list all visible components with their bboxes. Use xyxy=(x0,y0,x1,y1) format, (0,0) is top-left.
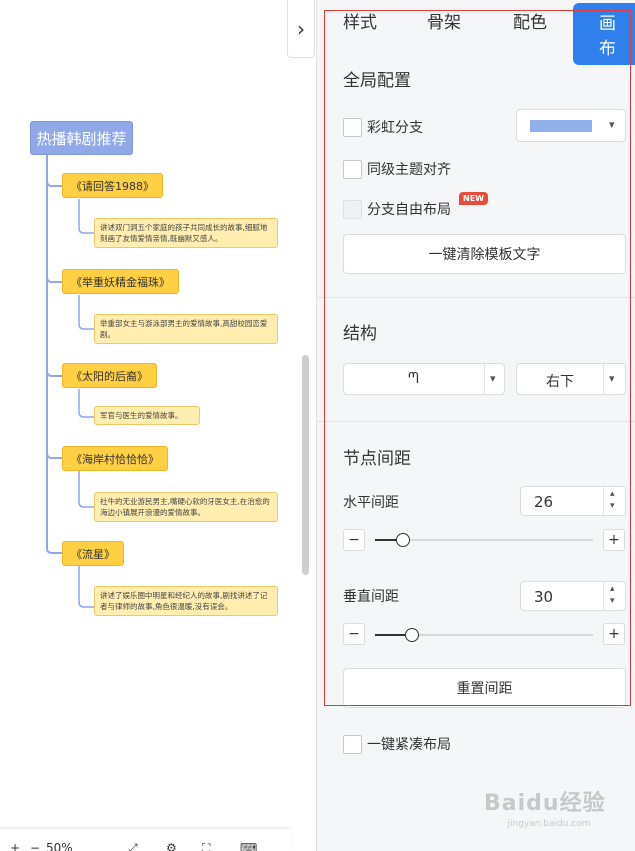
stepper-arrows[interactable]: ▴ ▾ xyxy=(603,487,625,515)
horizontal-spacing-stepper[interactable]: 26 ▴ ▾ xyxy=(520,486,626,516)
fullscreen-icon[interactable]: ⛶ xyxy=(202,841,210,851)
horizontal-decrease-button[interactable]: − xyxy=(343,529,365,551)
horizontal-spacing-label: 水平间距 xyxy=(343,492,399,512)
direction-value: 右下 xyxy=(546,374,574,390)
watermark-logo: Baidu经验 xyxy=(484,791,606,816)
vertical-spacing-value[interactable]: 30 xyxy=(534,588,553,606)
vertical-spacing-label: 垂直间距 xyxy=(343,586,399,606)
structure-title: 结构 xyxy=(343,324,377,344)
settings-panel: 样式 骨架 配色 画布 全局配置 彩虹分支 ▾ 同级主题对齐 分支自由布局 NE… xyxy=(316,0,635,851)
select-divider xyxy=(603,364,604,394)
structure-icon: ᘉ xyxy=(408,369,419,387)
topic-node[interactable]: 《举重妖精金福珠》 xyxy=(62,269,179,294)
zoom-out-icon[interactable]: − xyxy=(30,841,40,851)
mindmap-canvas[interactable]: 热播韩剧推荐 《请回答1988》 讲述双门洞五个家庭的孩子共同成长的故事,细腻地… xyxy=(0,0,316,851)
clear-template-text-button[interactable]: 一键清除模板文字 xyxy=(343,234,626,274)
rainbow-branch-option[interactable]: 彩虹分支 xyxy=(343,117,423,137)
vertical-spacing-slider[interactable] xyxy=(375,628,593,642)
bottom-toolbar: + − 50% ⤢ ⚙ ⛶ ⌨ xyxy=(0,828,290,851)
increment-icon[interactable]: ▴ xyxy=(610,489,615,499)
tab-canvas[interactable]: 画布 xyxy=(573,3,635,65)
vertical-decrease-button[interactable]: − xyxy=(343,623,365,645)
stepper-arrows[interactable]: ▴ ▾ xyxy=(603,582,625,610)
topic-node[interactable]: 《请回答1988》 xyxy=(62,173,163,198)
direction-select[interactable]: 右下 ▾ xyxy=(516,363,626,395)
branch-color-swatch xyxy=(530,120,592,132)
topic-node[interactable]: 《流星》 xyxy=(62,541,124,566)
compact-layout-label: 一键紧凑布局 xyxy=(367,737,451,753)
align-siblings-checkbox[interactable] xyxy=(343,159,362,179)
reset-spacing-button[interactable]: 重置间距 xyxy=(343,668,626,708)
new-badge: NEW xyxy=(459,192,488,205)
vertical-spacing-stepper[interactable]: 30 ▴ ▾ xyxy=(520,581,626,611)
divider xyxy=(317,421,635,422)
chevron-down-icon: ▾ xyxy=(490,372,496,385)
slider-thumb[interactable] xyxy=(396,533,411,547)
chevron-right-icon: › xyxy=(297,16,305,41)
rainbow-branch-label: 彩虹分支 xyxy=(367,120,423,136)
chevron-down-icon: ▾ xyxy=(609,118,615,131)
settings-icon[interactable]: ⚙ xyxy=(166,841,177,851)
free-layout-checkbox[interactable] xyxy=(343,199,362,219)
note-node[interactable]: 军官与医生的爱情故事。 xyxy=(94,406,200,425)
node-spacing-title: 节点间距 xyxy=(343,449,411,469)
increment-icon[interactable]: ▴ xyxy=(610,584,615,594)
topic-node[interactable]: 《海岸村恰恰恰》 xyxy=(62,446,168,471)
watermark: Baidu经验 jingyan.baidu.com xyxy=(484,785,614,835)
tab-color[interactable]: 配色 xyxy=(513,8,547,33)
chevron-down-icon: ▾ xyxy=(609,372,615,385)
tab-skeleton[interactable]: 骨架 xyxy=(427,8,461,33)
divider xyxy=(317,297,635,298)
panel-tabs: 样式 骨架 配色 画布 xyxy=(317,0,635,65)
tab-style[interactable]: 样式 xyxy=(343,8,377,33)
fit-screen-icon[interactable]: ⤢ xyxy=(128,841,138,851)
branch-color-select[interactable]: ▾ xyxy=(516,109,626,142)
free-layout-label: 分支自由布局 xyxy=(367,202,451,218)
horizontal-spacing-value[interactable]: 26 xyxy=(534,493,553,511)
decrement-icon[interactable]: ▾ xyxy=(610,501,615,511)
horizontal-increase-button[interactable]: + xyxy=(603,529,625,551)
note-node[interactable]: 举重部女主与游泳部男主的爱情故事,高甜校园恋爱剧。 xyxy=(94,314,278,344)
canvas-scrollbar[interactable] xyxy=(302,355,309,575)
watermark-url: jingyan.baidu.com xyxy=(507,819,591,829)
note-node[interactable]: 社牛的无业游民男主,嘴硬心软的牙医女主,在治愈的海边小镇展开浪漫的爱情故事。 xyxy=(94,492,278,522)
compact-layout-checkbox[interactable] xyxy=(343,734,362,754)
align-siblings-label: 同级主题对齐 xyxy=(367,162,451,178)
keyboard-icon[interactable]: ⌨ xyxy=(240,841,257,851)
zoom-level: 50% xyxy=(46,841,73,851)
decrement-icon[interactable]: ▾ xyxy=(610,596,615,606)
topic-node[interactable]: 《太阳的后裔》 xyxy=(62,363,157,388)
root-node[interactable]: 热播韩剧推荐 xyxy=(30,121,133,155)
compact-layout-option[interactable]: 一键紧凑布局 xyxy=(343,734,451,754)
global-config-title: 全局配置 xyxy=(343,71,411,91)
zoom-in-icon[interactable]: + xyxy=(10,841,20,851)
free-layout-option[interactable]: 分支自由布局 xyxy=(343,199,451,219)
select-divider xyxy=(484,364,485,394)
slider-thumb[interactable] xyxy=(405,628,420,642)
note-node[interactable]: 讲述了娱乐圈中明星和经纪人的故事,剧找讲述了记者与律师的故事,角色很温暖,没有误… xyxy=(94,586,278,616)
horizontal-spacing-slider[interactable] xyxy=(375,533,593,547)
vertical-spacing-text: 垂直间距 xyxy=(343,589,399,605)
note-node[interactable]: 讲述双门洞五个家庭的孩子共同成长的故事,细腻地刻画了友情爱情亲情,既幽默又感人。 xyxy=(94,218,278,248)
structure-select[interactable]: ᘉ ▾ xyxy=(343,363,505,395)
vertical-increase-button[interactable]: + xyxy=(603,623,625,645)
collapse-panel-button[interactable]: › xyxy=(287,0,315,58)
align-siblings-option[interactable]: 同级主题对齐 xyxy=(343,159,451,179)
rainbow-branch-checkbox[interactable] xyxy=(343,117,362,137)
horizontal-spacing-text: 水平间距 xyxy=(343,495,399,511)
